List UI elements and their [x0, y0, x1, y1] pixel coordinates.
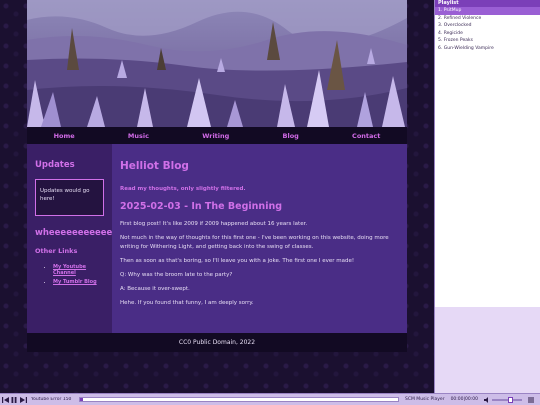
playlist-list: 1. PsitMup 2. Refined Violence 3. Overcl…	[435, 7, 540, 307]
list-item: My Youtube Channel	[53, 264, 104, 276]
post-paragraph: First blog post! It's like 2009 if 2009 …	[120, 221, 308, 227]
nav-music-link[interactable]: Music	[128, 132, 149, 140]
playlist-panel: Playlist 1. PsitMup 2. Refined Violence …	[434, 0, 540, 393]
playlist-item[interactable]: 3. Overclocked	[435, 22, 540, 30]
banner-landscape	[27, 0, 407, 127]
main-content: Helliot Blog Read my thoughts, only slig…	[112, 144, 407, 333]
seek-bar[interactable]	[79, 397, 399, 402]
post-paragraph: Hehe. If you found that funny, I am deep…	[120, 300, 254, 306]
post-paragraph: Then as soon as that's boring, so I'll l…	[120, 258, 355, 264]
previous-track-icon[interactable]	[1, 396, 9, 404]
updates-box: Updates would go here!	[35, 179, 104, 216]
playlist-item[interactable]: 5. Frozen Peaks	[435, 37, 540, 45]
playlist-title: Playlist	[435, 0, 540, 7]
nav-writing-link[interactable]: Writing	[202, 132, 229, 140]
next-track-icon[interactable]	[19, 396, 27, 404]
nav-home-link[interactable]: Home	[54, 132, 75, 140]
volume-slider[interactable]	[492, 396, 523, 403]
post-title: 2025-02-03 - In The Beginning	[120, 201, 283, 212]
youtube-channel-link[interactable]: My Youtube Channel	[53, 264, 86, 276]
other-links-heading: Other Links	[35, 247, 78, 255]
main-nav: Home Music Writing Blog Contact	[27, 127, 407, 144]
site-footer: CC0 Public Domain, 2022	[27, 333, 407, 352]
time-display: 00:00|00:00	[450, 397, 479, 402]
blog-subtitle: Read my thoughts, only slightly filtered…	[120, 186, 246, 192]
playlist-item[interactable]: 2. Refined Violence	[435, 15, 540, 23]
sidebar-tagline: wheeeeeeeeeee	[35, 228, 113, 238]
header-banner-image	[27, 0, 407, 127]
playlist-toggle-icon[interactable]	[528, 397, 535, 403]
blog-title: Helliot Blog	[120, 160, 189, 172]
player-name-label: SCM Music Player	[405, 397, 445, 402]
site-container: Home Music Writing Blog Contact Updates …	[27, 0, 407, 352]
playlist-item[interactable]: 6. Gun-Wielding Vampire	[435, 45, 540, 53]
sidebar: Updates Updates would go here! wheeeeeee…	[27, 144, 112, 333]
nav-contact-link[interactable]: Contact	[352, 132, 380, 140]
post-paragraph: Not much in the way of thoughts for this…	[120, 235, 389, 250]
updates-heading: Updates	[35, 160, 75, 170]
music-player-bar: Youtube Error 150 SCM Music Player 00:00…	[0, 393, 540, 405]
post-paragraph: A: Because it over-swept.	[120, 286, 190, 292]
post-paragraph: Q: Why was the broom late to the party?	[120, 272, 233, 278]
volume-icon[interactable]	[484, 396, 490, 403]
seek-progress	[80, 398, 84, 401]
playlist-item[interactable]: 1. PsitMup	[435, 7, 540, 15]
playlist-item[interactable]: 4. Regicide	[435, 30, 540, 38]
volume-knob[interactable]	[508, 396, 514, 403]
current-track-label: Youtube Error 150	[31, 397, 72, 402]
nav-blog-link[interactable]: Blog	[283, 132, 299, 140]
tumblr-blog-link[interactable]: My Tumblr Blog	[53, 279, 97, 285]
list-item: My Tumblr Blog	[53, 279, 104, 285]
other-links-list: My Youtube Channel My Tumblr Blog	[35, 264, 104, 285]
pause-icon[interactable]	[10, 396, 18, 404]
